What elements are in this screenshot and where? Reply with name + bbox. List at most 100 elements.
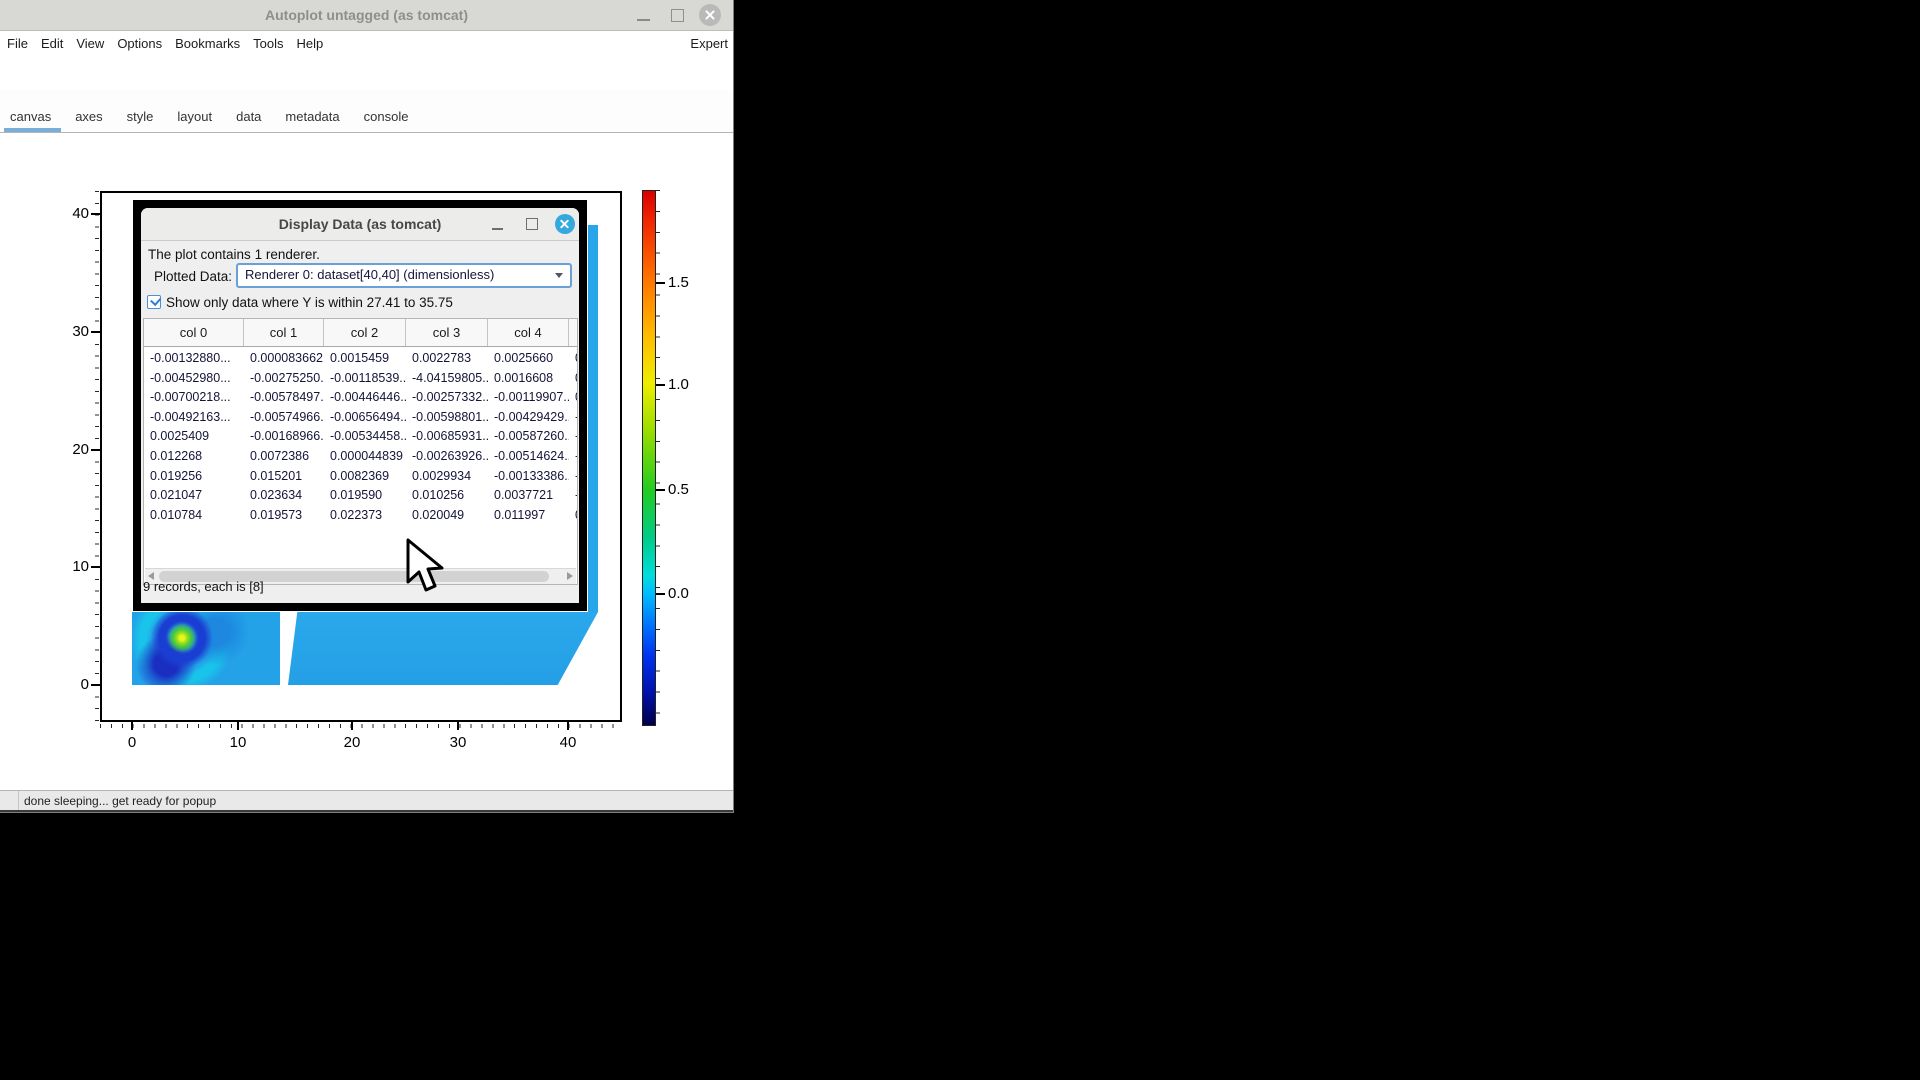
- table-cell[interactable]: -0.00429429...: [488, 408, 569, 428]
- table-cell[interactable]: -0.00514624...: [488, 447, 569, 467]
- menu-edit[interactable]: Edit: [41, 36, 63, 51]
- table-cell[interactable]: 0.015201: [244, 467, 324, 487]
- table-row[interactable]: 0.0192560.0152010.00823690.0029934-0.001…: [144, 467, 578, 487]
- table-cell[interactable]: 0.00: [569, 369, 578, 389]
- table-cell[interactable]: -0.00446446...: [324, 388, 406, 408]
- table-cell[interactable]: -0.00118539...: [324, 369, 406, 389]
- column-header[interactable]: [569, 319, 578, 346]
- table-cell[interactable]: -0.0: [569, 447, 578, 467]
- table-cell[interactable]: 0.019256: [144, 467, 244, 487]
- tab-metadata[interactable]: metadata: [283, 103, 341, 132]
- table-cell[interactable]: 0.000044839: [324, 447, 406, 467]
- menu-bookmarks[interactable]: Bookmarks: [175, 36, 240, 51]
- table-row[interactable]: -0.00492163...-0.00574966...-0.00656494.…: [144, 408, 578, 428]
- table-cell[interactable]: -0.00700218...: [144, 388, 244, 408]
- tab-data[interactable]: data: [234, 103, 263, 132]
- table-cell[interactable]: -0.00534458...: [324, 427, 406, 447]
- table-cell[interactable]: -0.00587260...: [488, 427, 569, 447]
- table-cell[interactable]: 0.0072386: [244, 447, 324, 467]
- table-cell[interactable]: 0.0025409: [144, 427, 244, 447]
- table-row[interactable]: -0.00132880...0.0000836620.00154590.0022…: [144, 349, 578, 369]
- table-cell[interactable]: 0.019590: [324, 486, 406, 506]
- plotted-data-select[interactable]: Renderer 0: dataset[40,40] (dimensionles…: [236, 263, 572, 288]
- table-cell[interactable]: -4.04159805...: [406, 369, 488, 389]
- tab-layout[interactable]: layout: [175, 103, 214, 132]
- table-cell[interactable]: -0.00275250...: [244, 369, 324, 389]
- table-cell[interactable]: 0.0029934: [406, 467, 488, 487]
- table-cell[interactable]: -0.00132880...: [144, 349, 244, 369]
- table-cell[interactable]: -0.00656494...: [324, 408, 406, 428]
- table-cell[interactable]: -0.00263926...: [406, 447, 488, 467]
- table-cell[interactable]: -0.00168966...: [244, 427, 324, 447]
- column-header[interactable]: col 3: [406, 319, 488, 346]
- column-header[interactable]: col 2: [324, 319, 406, 346]
- tab-style[interactable]: style: [125, 103, 156, 132]
- minimize-icon[interactable]: [637, 19, 650, 21]
- column-header[interactable]: col 4: [488, 319, 569, 346]
- table-cell[interactable]: -0.00574966...: [244, 408, 324, 428]
- table-cell[interactable]: 0.0022783: [406, 349, 488, 369]
- table-cell[interactable]: 0.0016608: [488, 369, 569, 389]
- table-cell[interactable]: 0.021047: [144, 486, 244, 506]
- colorbar-tick-label: 1.0: [668, 376, 689, 393]
- table-row[interactable]: 0.0107840.0195730.0223730.0200490.011997…: [144, 506, 578, 526]
- table-cell[interactable]: 0.00: [569, 506, 578, 526]
- tab-axes[interactable]: axes: [73, 103, 104, 132]
- table-cell[interactable]: 0.023634: [244, 486, 324, 506]
- status-message: done sleeping... get ready for popup: [24, 794, 216, 808]
- table-cell[interactable]: -0.00598801...: [406, 408, 488, 428]
- table-row[interactable]: 0.0025409-0.00168966...-0.00534458...-0.…: [144, 427, 578, 447]
- table-row[interactable]: -0.00700218...-0.00578497...-0.00446446.…: [144, 388, 578, 408]
- table-cell[interactable]: 0.010256: [406, 486, 488, 506]
- menu-help[interactable]: Help: [297, 36, 324, 51]
- table-cell[interactable]: -0.00685931...: [406, 427, 488, 447]
- dialog-close-icon[interactable]: [555, 214, 575, 234]
- table-cell[interactable]: 0.0015459: [324, 349, 406, 369]
- table-cell[interactable]: 0.000083662: [244, 349, 324, 369]
- menu-view[interactable]: View: [76, 36, 104, 51]
- scroll-right-icon[interactable]: [567, 572, 573, 580]
- table-cell[interactable]: 0.011997: [488, 506, 569, 526]
- table-cell[interactable]: -0.00452980...: [144, 369, 244, 389]
- table-cell[interactable]: -0.0: [569, 486, 578, 506]
- table-cell[interactable]: -0.00578497...: [244, 388, 324, 408]
- table-row[interactable]: 0.0122680.00723860.000044839-0.00263926.…: [144, 447, 578, 467]
- table-cell[interactable]: -0.00133386...: [488, 467, 569, 487]
- tab-console[interactable]: console: [362, 103, 411, 132]
- tab-canvas[interactable]: canvas: [8, 103, 53, 132]
- column-header[interactable]: col 0: [144, 319, 244, 346]
- table-cell[interactable]: 0.020049: [406, 506, 488, 526]
- table-cell[interactable]: 0.012268: [144, 447, 244, 467]
- column-header[interactable]: col 1: [244, 319, 324, 346]
- table-cell[interactable]: 0.0037721: [488, 486, 569, 506]
- table-cell[interactable]: 0.022373: [324, 506, 406, 526]
- table-row[interactable]: 0.0210470.0236340.0195900.0102560.003772…: [144, 486, 578, 506]
- table-cell[interactable]: -0.00257332...: [406, 388, 488, 408]
- table-cell[interactable]: -0.00492163...: [144, 408, 244, 428]
- table-cell[interactable]: -0.0: [569, 427, 578, 447]
- window-titlebar[interactable]: Autoplot untagged (as tomcat): [0, 0, 733, 31]
- dialog-minimize-icon[interactable]: [492, 228, 503, 230]
- menu-tools[interactable]: Tools: [253, 36, 283, 51]
- y-filter-checkbox[interactable]: [147, 295, 161, 309]
- table-cell[interactable]: 0.0025660: [488, 349, 569, 369]
- table-cell[interactable]: -0.0: [569, 408, 578, 428]
- dialog-maximize-icon[interactable]: [526, 218, 538, 230]
- maximize-icon[interactable]: [671, 9, 684, 22]
- close-icon[interactable]: [699, 4, 721, 26]
- colorbar-major-tick: [656, 384, 665, 386]
- y-axis-tick-label: 20: [55, 441, 89, 458]
- table-cell[interactable]: 0.00: [569, 388, 578, 408]
- menu-file[interactable]: File: [7, 36, 28, 51]
- table-cell[interactable]: 0.0082369: [324, 467, 406, 487]
- expert-toggle[interactable]: Expert: [690, 36, 733, 51]
- menu-options[interactable]: Options: [117, 36, 162, 51]
- x-axis-major-tick: [237, 722, 239, 730]
- dialog-titlebar[interactable]: Display Data (as tomcat): [141, 208, 579, 241]
- table-row[interactable]: -0.00452980...-0.00275250...-0.00118539.…: [144, 369, 578, 389]
- table-cell[interactable]: -0.00119907...: [488, 388, 569, 408]
- table-cell[interactable]: -0.0: [569, 467, 578, 487]
- table-cell[interactable]: 0.010784: [144, 506, 244, 526]
- table-cell[interactable]: 0.00: [569, 349, 578, 369]
- table-cell[interactable]: 0.019573: [244, 506, 324, 526]
